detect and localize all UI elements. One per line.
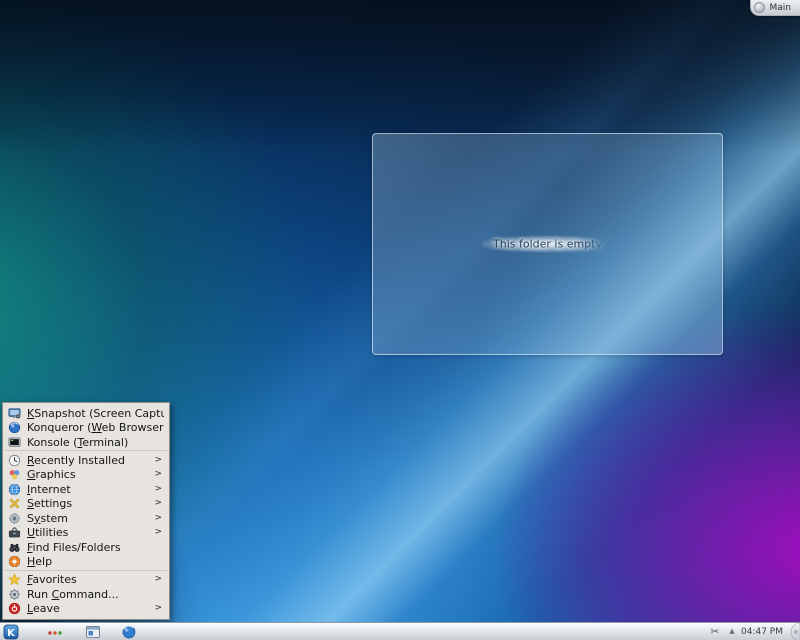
menu-item-konsole-terminal[interactable]: Konsole (Terminal) [3,435,169,449]
menu-item-label: Leave [27,603,60,614]
internet-icon [8,483,21,496]
submenu-arrow-icon: > [154,499,164,508]
klipper-scissors-icon[interactable]: ✂ [707,624,723,640]
menu-item-label: Help [27,556,52,567]
submenu-arrow-icon: > [154,528,164,537]
konqueror-icon [8,421,21,434]
activity-toolbox-button[interactable]: Main [750,0,800,16]
submenu-arrow-icon: > [154,470,164,479]
submenu-arrow-icon: > [154,456,164,465]
submenu-arrow-icon: > [154,514,164,523]
menu-item-label: Find Files/Folders [27,542,121,553]
run-icon [8,588,21,601]
find-icon [8,541,21,554]
graphics-icon [8,468,21,481]
menu-item-leave[interactable]: Leave > [3,601,169,615]
settings-icon [8,497,21,510]
system-icon [8,512,21,525]
quicklaunch-window-icon[interactable] [85,624,101,640]
menu-item-konqueror-web-browser[interactable]: Konqueror (Web Browser) [3,420,169,434]
menu-item-find-files-folders[interactable]: Find Files/Folders [3,540,169,554]
menu-item-help[interactable]: Help [3,554,169,568]
application-launcher-menu: KSnapshot (Screen Capture Program) Konque… [2,402,170,620]
submenu-arrow-icon: > [154,485,164,494]
menu-item-settings[interactable]: Settings > [3,497,169,511]
menu-item-label: Run Command... [27,589,119,600]
folder-empty-message: This folder is empty [481,236,614,253]
menu-item-system[interactable]: System > [3,511,169,525]
menu-item-label: Internet [27,484,71,495]
svg-text:K: K [7,628,16,639]
desktop-screen: Main This folder is empty KSnapshot (Scr… [0,0,800,640]
menu-item-ksnapshot-screen-capture-program[interactable]: KSnapshot (Screen Capture Program) [3,406,169,420]
menu-item-label: Graphics [27,469,76,480]
folder-view-widget[interactable]: This folder is empty [372,133,723,355]
leave-icon [8,602,21,615]
quicklaunch-globe-icon[interactable] [121,624,137,640]
tray-expander-icon[interactable]: ▲ [727,624,737,640]
utilities-icon [8,526,21,539]
menu-item-label: Konqueror (Web Browser) [27,422,164,433]
menu-item-label: System [27,513,68,524]
menu-item-label: Konsole (Terminal) [27,437,128,448]
menu-item-label: Recently Installed [27,455,125,466]
help-icon [8,555,21,568]
menu-item-label: KSnapshot (Screen Capture Program) [27,408,164,419]
menu-item-label: Favorites [27,574,77,585]
menu-item-graphics[interactable]: Graphics > [3,468,169,482]
menu-item-favorites[interactable]: Favorites > [3,573,169,587]
digital-clock[interactable]: 04:47 PM [741,627,783,637]
menu-item-label: Utilities [27,527,68,538]
cashew-gear-icon [754,2,765,13]
submenu-arrow-icon: > [154,575,164,584]
panel-cashew-button[interactable] [787,623,800,640]
submenu-arrow-icon: > [154,604,164,613]
menu-item-internet[interactable]: Internet > [3,482,169,496]
menu-item-label: Settings [27,498,72,509]
menu-item-recently-installed[interactable]: Recently Installed > [3,453,169,467]
activity-label: Main [770,3,792,13]
ksnapshot-icon [8,407,21,420]
favorites-icon [8,573,21,586]
konsole-icon [8,436,21,449]
quicklaunch-dots-icon[interactable] [47,624,63,640]
recent-icon [8,454,21,467]
kickoff-launcher-button[interactable]: K [3,624,19,640]
menu-item-run-command[interactable]: Run Command... [3,587,169,601]
taskbar-panel: K ✂ ▲ 04:47 PM [0,622,800,640]
menu-item-utilities[interactable]: Utilities > [3,525,169,539]
